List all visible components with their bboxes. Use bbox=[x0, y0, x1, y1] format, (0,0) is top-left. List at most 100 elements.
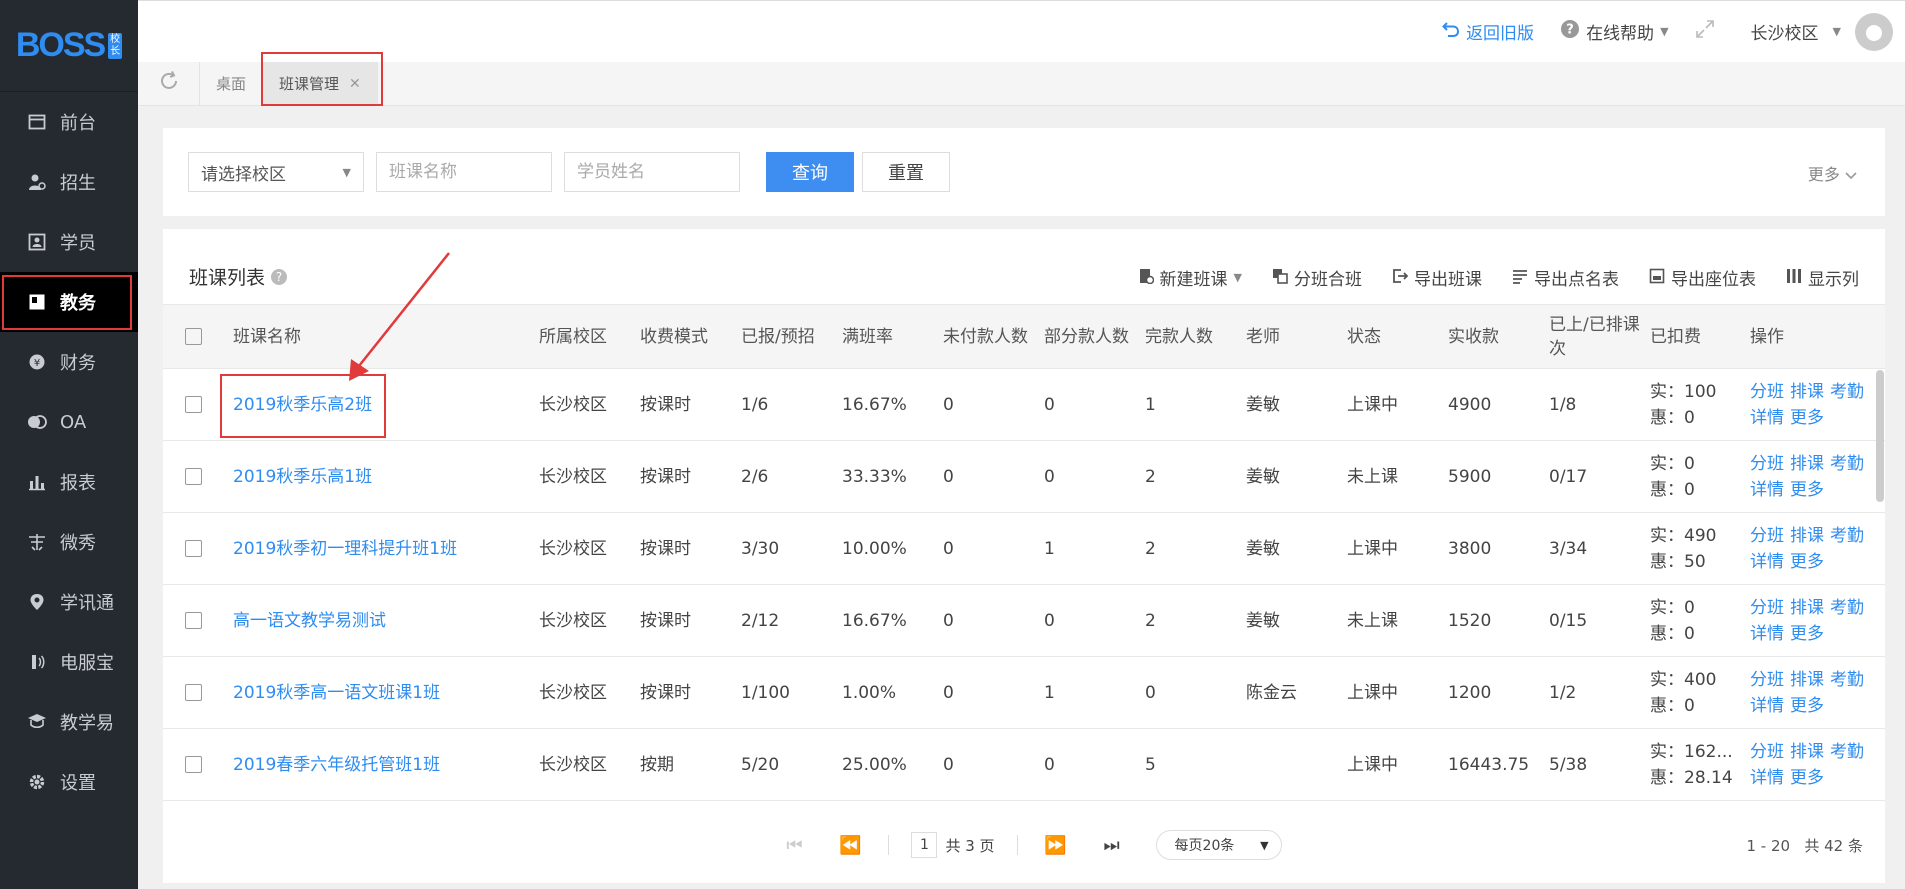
tab-class-management[interactable]: 班课管理 ✕ bbox=[261, 51, 384, 106]
cell-teacher: 姜敏 bbox=[1246, 466, 1280, 487]
op-assign-class[interactable]: 分班 bbox=[1750, 526, 1784, 546]
sidebar-item-finance[interactable]: ¥ 财务 bbox=[0, 332, 138, 392]
table-row: 2019秋季乐高1班 长沙校区 按课时 2/6 33.33% 0 0 2 姜敏 未上课 5900 0/… bbox=[163, 441, 1885, 513]
prev-page-icon[interactable]: ⏪ bbox=[832, 831, 868, 859]
row-checkbox[interactable] bbox=[185, 612, 202, 629]
op-details[interactable]: 详情 bbox=[1750, 768, 1784, 788]
display-columns-button[interactable]: 显示列 bbox=[1786, 265, 1859, 290]
row-checkbox-cell[interactable] bbox=[163, 513, 225, 585]
op-more[interactable]: 更多 bbox=[1790, 696, 1824, 716]
op-assign-class[interactable]: 分班 bbox=[1750, 742, 1784, 762]
op-schedule[interactable]: 排课 bbox=[1790, 526, 1824, 546]
row-checkbox-cell[interactable] bbox=[163, 441, 225, 513]
cell-enrolled: 2/12 bbox=[741, 610, 780, 631]
op-attendance[interactable]: 考勤 bbox=[1830, 454, 1864, 474]
close-icon[interactable]: ✕ bbox=[349, 76, 361, 92]
cell-enrolled: 1/6 bbox=[741, 394, 769, 415]
cell-received: 16443.75 bbox=[1448, 754, 1530, 775]
vertical-scrollbar[interactable] bbox=[1876, 370, 1884, 502]
row-checkbox-cell[interactable] bbox=[163, 657, 225, 729]
col-header: 所属校区 bbox=[531, 304, 632, 369]
first-page-icon[interactable]: ⏮ bbox=[776, 831, 812, 859]
sidebar-item-xuexuntong[interactable]: 学讯通 bbox=[0, 572, 138, 632]
op-assign-class[interactable]: 分班 bbox=[1750, 598, 1784, 618]
cell-enrolled: 3/30 bbox=[741, 538, 780, 559]
fullscreen-button[interactable] bbox=[1695, 19, 1715, 44]
op-schedule[interactable]: 排课 bbox=[1790, 742, 1824, 762]
op-assign-class[interactable]: 分班 bbox=[1750, 670, 1784, 690]
search-button[interactable]: 查询 bbox=[766, 152, 854, 192]
sidebar-item-oa[interactable]: OA bbox=[0, 392, 138, 452]
merge-class-button[interactable]: 分班合班 bbox=[1272, 265, 1362, 290]
row-checkbox-cell[interactable] bbox=[163, 729, 225, 801]
export-roll-call-button[interactable]: 导出点名表 bbox=[1512, 265, 1619, 290]
op-attendance[interactable]: 考勤 bbox=[1830, 526, 1864, 546]
sidebar-item-academic[interactable]: 教务 bbox=[0, 272, 138, 332]
row-checkbox[interactable] bbox=[185, 540, 202, 557]
class-name-link[interactable]: 2019秋季乐高1班 bbox=[225, 441, 531, 513]
help-icon[interactable]: ? bbox=[271, 268, 288, 285]
op-assign-class[interactable]: 分班 bbox=[1750, 454, 1784, 474]
row-checkbox[interactable] bbox=[185, 684, 202, 701]
next-page-icon[interactable]: ⏩ bbox=[1038, 831, 1074, 859]
avatar[interactable] bbox=[1855, 12, 1893, 51]
sidebar-item-weixiu[interactable]: 微秀 bbox=[0, 512, 138, 572]
cell-partial: 0 bbox=[1044, 754, 1055, 775]
op-attendance[interactable]: 考勤 bbox=[1830, 742, 1864, 762]
class-name-input[interactable] bbox=[376, 152, 552, 192]
sidebar-item-reports[interactable]: 报表 bbox=[0, 452, 138, 512]
page-size-select[interactable]: 每页20条 ▼ bbox=[1155, 830, 1282, 860]
class-name-link[interactable]: 2019秋季高一语文班课1班 bbox=[225, 657, 531, 729]
op-attendance[interactable]: 考勤 bbox=[1830, 598, 1864, 618]
campus-select[interactable]: 请选择校区 ▼ bbox=[188, 152, 364, 192]
sidebar-item-enroll[interactable]: 招生 bbox=[0, 152, 138, 212]
op-details[interactable]: 详情 bbox=[1750, 552, 1784, 572]
op-assign-class[interactable]: 分班 bbox=[1750, 382, 1784, 402]
op-schedule[interactable]: 排课 bbox=[1790, 670, 1824, 690]
page-number-input[interactable]: 1 bbox=[911, 832, 938, 858]
op-attendance[interactable]: 考勤 bbox=[1830, 382, 1864, 402]
sidebar-item-frontdesk[interactable]: 前台 bbox=[0, 92, 138, 152]
refresh-button[interactable] bbox=[138, 61, 200, 106]
row-checkbox[interactable] bbox=[185, 396, 202, 413]
table-row: 2019秋季初一理科提升班1班 长沙校区 按课时 3/30 10.00% 0 1 2 姜敏 上课中… bbox=[163, 513, 1885, 585]
op-more[interactable]: 更多 bbox=[1790, 768, 1824, 788]
sidebar-item-dianfubao[interactable]: 电服宝 bbox=[0, 632, 138, 692]
sidebar-item-settings[interactable]: 设置 bbox=[0, 752, 138, 812]
back-old-version-link[interactable]: 返回旧版 bbox=[1442, 19, 1534, 44]
op-details[interactable]: 详情 bbox=[1750, 408, 1784, 428]
class-name-link[interactable]: 2019秋季初一理科提升班1班 bbox=[225, 513, 531, 585]
online-help-menu[interactable]: ? 在线帮助 ▼ bbox=[1560, 19, 1669, 44]
op-more[interactable]: 更多 bbox=[1790, 552, 1824, 572]
last-page-icon[interactable]: ⏭ bbox=[1094, 831, 1130, 859]
row-checkbox[interactable] bbox=[185, 468, 202, 485]
op-schedule[interactable]: 排课 bbox=[1790, 382, 1824, 402]
sidebar-item-students[interactable]: 学员 bbox=[0, 212, 138, 272]
campus-switcher[interactable]: 长沙校区 ▼ bbox=[1751, 19, 1841, 44]
sidebar-item-jiaoxueyi[interactable]: 教学易 bbox=[0, 692, 138, 752]
select-all-checkbox[interactable] bbox=[185, 328, 202, 345]
op-details[interactable]: 详情 bbox=[1750, 480, 1784, 500]
op-schedule[interactable]: 排课 bbox=[1790, 454, 1824, 474]
new-class-button[interactable]: 新建班课 ▼ bbox=[1138, 265, 1242, 290]
row-checkbox-cell[interactable] bbox=[163, 369, 225, 441]
export-seat-chart-button[interactable]: 导出座位表 bbox=[1649, 265, 1756, 290]
export-class-button[interactable]: 导出班课 bbox=[1392, 265, 1482, 290]
op-more[interactable]: 更多 bbox=[1790, 624, 1824, 644]
op-details[interactable]: 详情 bbox=[1750, 696, 1784, 716]
class-name-link[interactable]: 2019春季六年级托管班1班 bbox=[225, 729, 531, 801]
select-all-checkbox-cell[interactable] bbox=[163, 304, 225, 369]
op-more[interactable]: 更多 bbox=[1790, 480, 1824, 500]
op-details[interactable]: 详情 bbox=[1750, 624, 1784, 644]
student-name-input[interactable] bbox=[564, 152, 740, 192]
op-schedule[interactable]: 排课 bbox=[1790, 598, 1824, 618]
logo[interactable]: BOSS 校 长 bbox=[0, 0, 138, 92]
reset-button[interactable]: 重置 bbox=[862, 152, 950, 192]
class-name-link[interactable]: 高一语文教学易测试 bbox=[225, 585, 531, 657]
row-checkbox[interactable] bbox=[185, 756, 202, 773]
row-checkbox-cell[interactable] bbox=[163, 585, 225, 657]
more-filters-toggle[interactable]: 更多 bbox=[1808, 161, 1857, 185]
tab-desktop[interactable]: 桌面 bbox=[200, 61, 264, 106]
op-attendance[interactable]: 考勤 bbox=[1830, 670, 1864, 690]
op-more[interactable]: 更多 bbox=[1790, 408, 1824, 428]
